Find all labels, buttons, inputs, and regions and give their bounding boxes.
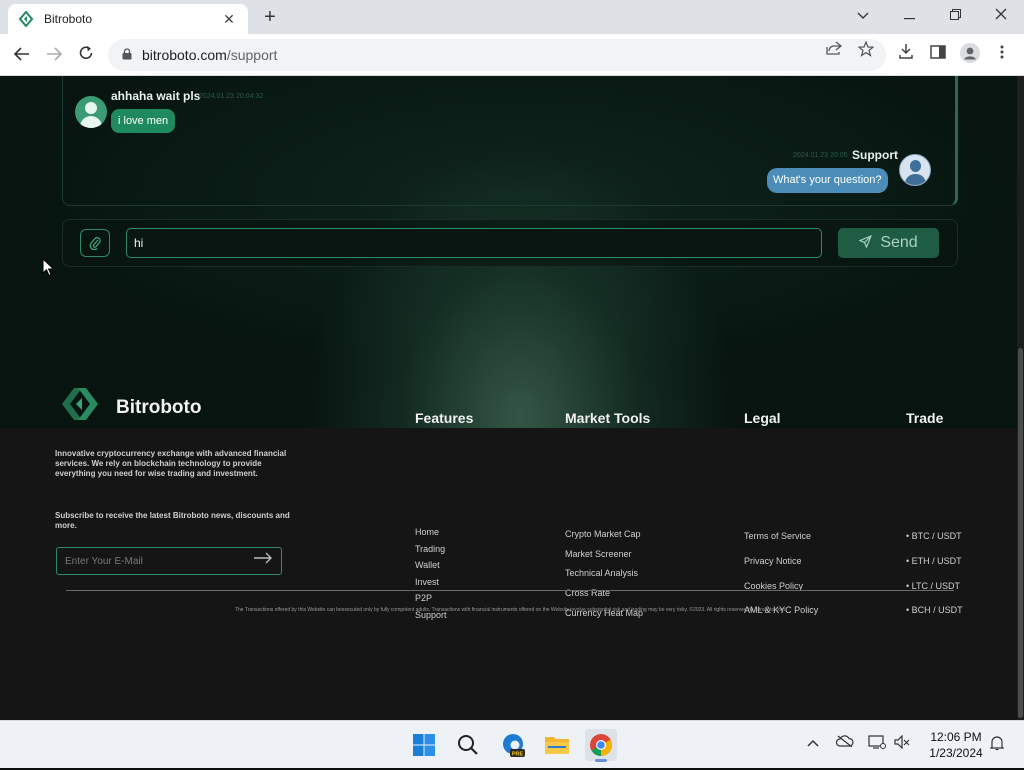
browser-tab[interactable]: Bitroboto ✕ — [8, 4, 248, 34]
footer-link-btc-usdt[interactable]: • BTC / USDT — [906, 531, 962, 541]
send-label: Send — [880, 234, 918, 251]
footer-column-title-legal: Legal — [744, 410, 781, 426]
footer-link-home[interactable]: Home — [415, 527, 439, 537]
address-bar[interactable]: bitroboto.com/support — [108, 39, 886, 71]
back-arrow-icon[interactable] — [10, 43, 34, 67]
footer-link-eth-usdt[interactable]: • ETH / USDT — [906, 556, 962, 566]
browser-menu-icon[interactable] — [990, 43, 1014, 67]
tab-search-chevron-icon[interactable] — [840, 0, 886, 30]
send-button[interactable]: Send — [838, 228, 939, 258]
url-path: /support — [226, 47, 278, 63]
side-panel-icon[interactable] — [926, 43, 950, 67]
network-icon[interactable] — [866, 735, 888, 752]
footer-link-privacy[interactable]: Privacy Notice — [744, 556, 802, 566]
bookmark-star-icon[interactable] — [856, 40, 876, 61]
footer-link-market-screener[interactable]: Market Screener — [565, 549, 632, 559]
url-text: bitroboto.com/support — [142, 47, 277, 63]
footer-copyright: The Transactions offered by this Website… — [234, 607, 786, 613]
show-hidden-icons-chevron-icon[interactable] — [802, 735, 824, 750]
newsletter-form — [56, 547, 282, 575]
footer-subscribe-text: Subscribe to receive the latest Bitrobot… — [55, 511, 290, 530]
search-icon[interactable] — [452, 729, 484, 761]
footer-column-title-trade: Trade — [906, 410, 944, 426]
tab-close-icon[interactable]: ✕ — [220, 11, 238, 28]
bitroboto-logo-icon — [62, 388, 98, 420]
windows-start-icon[interactable] — [408, 729, 440, 761]
new-tab-button[interactable]: + — [258, 6, 282, 28]
lock-icon — [122, 47, 132, 63]
forward-arrow-icon[interactable] — [42, 43, 66, 67]
browser-toolbar: bitroboto.com/support — [0, 34, 1024, 76]
footer-divider — [66, 590, 954, 591]
newsletter-email-input[interactable] — [65, 548, 245, 574]
restore-icon[interactable] — [932, 0, 978, 30]
reload-icon[interactable] — [74, 43, 98, 67]
share-icon[interactable] — [824, 41, 844, 59]
footer-column-title-features: Features — [415, 410, 474, 426]
support-message-bubble: What's your question? — [767, 168, 888, 193]
chrome-taskbar-icon[interactable] — [585, 729, 617, 762]
attach-button[interactable] — [80, 229, 110, 257]
page-scrollbar[interactable] — [1017, 76, 1024, 720]
message-timestamp: 2024.01.23 20:04:32 — [199, 93, 264, 100]
message-timestamp: 2024.01.23 20:05 — [793, 152, 848, 159]
onedrive-offline-icon[interactable] — [834, 735, 856, 750]
user-message-bubble: i love men — [111, 109, 176, 133]
bitroboto-favicon-icon — [18, 11, 34, 27]
scrollbar-thumb[interactable] — [1018, 348, 1023, 718]
footer-link-crypto-market-cap[interactable]: Crypto Market Cap — [565, 529, 641, 539]
footer-link-terms[interactable]: Terms of Service — [744, 531, 811, 541]
download-icon[interactable] — [894, 43, 918, 67]
browser-tab-strip: Bitroboto ✕ + — [0, 0, 1024, 34]
url-host: bitroboto.com — [142, 47, 227, 63]
footer-link-trading[interactable]: Trading — [415, 544, 445, 554]
minimize-icon[interactable] — [886, 0, 932, 30]
profile-avatar-icon[interactable] — [958, 43, 982, 67]
send-plane-icon — [858, 234, 873, 251]
chat-message-input[interactable] — [126, 228, 822, 258]
mouse-cursor-icon — [42, 258, 55, 277]
user-avatar — [75, 96, 107, 128]
edge-badge-text: PRE — [512, 752, 524, 758]
subscribe-arrow-icon[interactable] — [253, 551, 273, 569]
clock-date: 1/23/2024 — [929, 746, 983, 760]
clock-time: 12:06 PM — [930, 730, 982, 744]
footer-link-p2p[interactable]: P2P — [415, 593, 432, 603]
volume-muted-icon[interactable] — [891, 734, 913, 752]
message-sender-name: Support — [852, 148, 898, 162]
footer-link-wallet[interactable]: Wallet — [415, 560, 440, 570]
message-sender-name: ahhaha wait pls — [111, 89, 201, 103]
footer-link-technical-analysis[interactable]: Technical Analysis — [565, 568, 638, 578]
file-explorer-icon[interactable] — [541, 729, 573, 761]
notification-bell-icon[interactable] — [986, 735, 1008, 754]
edge-preview-icon[interactable]: PRE — [497, 729, 529, 761]
system-clock[interactable]: 12:06 PM 1/23/2024 — [916, 729, 996, 761]
tab-title: Bitroboto — [44, 12, 93, 26]
footer-about-text: Innovative cryptocurrency exchange with … — [55, 449, 287, 478]
footer-link-invest[interactable]: Invest — [415, 577, 439, 587]
active-app-indicator — [595, 759, 607, 762]
support-avatar — [899, 154, 931, 186]
footer-column-title-market-tools: Market Tools — [565, 410, 651, 426]
footer-brand-name: Bitroboto — [116, 397, 202, 418]
paperclip-icon — [89, 237, 101, 251]
close-window-icon[interactable] — [978, 0, 1024, 30]
windows-taskbar: PRE 12:06 PM 1/23/2024 — [0, 720, 1024, 768]
